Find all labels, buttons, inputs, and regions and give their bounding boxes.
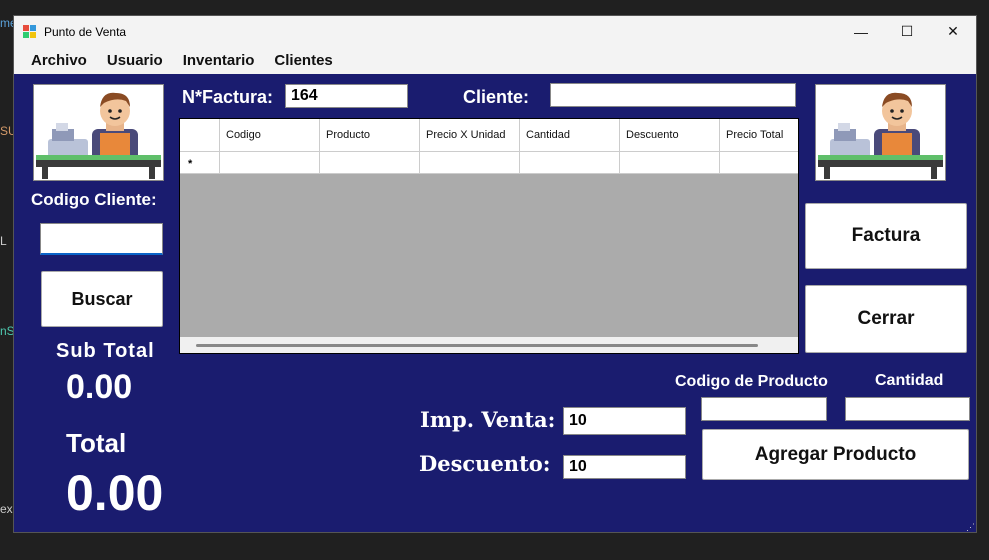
imp-venta-label: Imp. Venta: — [420, 407, 556, 432]
grid-row-header-corner — [180, 119, 220, 152]
resize-grip-icon[interactable]: ⋰ — [966, 523, 976, 532]
cerrar-button[interactable]: Cerrar — [805, 285, 967, 353]
bg-fragment: L — [0, 234, 7, 248]
agregar-producto-button[interactable]: Agregar Producto — [702, 429, 969, 480]
total-value: 0.00 — [66, 465, 164, 521]
grid-col-precio-unidad[interactable]: Precio X Unidad — [420, 119, 520, 152]
codigo-producto-input[interactable] — [701, 397, 827, 421]
products-grid[interactable]: Codigo Producto Precio X Unidad Cantidad… — [179, 118, 799, 354]
grid-col-producto[interactable]: Producto — [320, 119, 420, 152]
descuento-input[interactable]: 10 — [563, 455, 686, 479]
grid-horizontal-scrollbar[interactable] — [180, 337, 798, 353]
menu-clientes[interactable]: Clientes — [264, 52, 342, 69]
total-label: Total — [66, 428, 127, 458]
grid-cell[interactable] — [620, 152, 720, 174]
codigo-cliente-label: Codigo Cliente: — [31, 190, 157, 209]
buscar-button[interactable]: Buscar — [41, 271, 163, 327]
grid-new-row-marker[interactable]: * — [180, 152, 220, 174]
descuento-label: Descuento: — [419, 451, 551, 476]
factura-number-label: N*Factura: — [182, 87, 274, 107]
cantidad-label: Cantidad — [875, 372, 944, 389]
factura-button[interactable]: Factura — [805, 203, 967, 269]
cashier-picture-right — [815, 84, 946, 181]
subtotal-value: 0.00 — [66, 368, 133, 406]
codigo-cliente-input[interactable] — [40, 223, 163, 255]
factura-number-input[interactable]: 164 — [285, 84, 408, 108]
cantidad-input[interactable] — [845, 397, 970, 421]
main-content: Codigo Cliente: Buscar Sub Total 0.00 To… — [14, 74, 976, 532]
menu-bar: Archivo Usuario Inventario Clientes — [14, 47, 976, 74]
cliente-input[interactable] — [550, 83, 796, 107]
grid-col-precio-total[interactable]: Precio Total — [720, 119, 798, 152]
maximize-button[interactable]: ☐ — [884, 16, 930, 47]
pos-window: Punto de Venta — ☐ ✕ Archivo Usuario Inv… — [13, 15, 977, 533]
scrollbar-thumb[interactable] — [196, 344, 758, 347]
grid-cell[interactable] — [720, 152, 798, 174]
window-title: Punto de Venta — [44, 24, 127, 39]
cliente-label: Cliente: — [463, 87, 530, 107]
grid-col-codigo[interactable]: Codigo — [220, 119, 320, 152]
minimize-button[interactable]: — — [838, 16, 884, 47]
grid-col-descuento[interactable]: Descuento — [620, 119, 720, 152]
cashier-icon — [36, 92, 161, 179]
menu-archivo[interactable]: Archivo — [21, 52, 97, 69]
title-bar[interactable]: Punto de Venta — ☐ ✕ — [14, 16, 976, 47]
menu-usuario[interactable]: Usuario — [97, 52, 173, 69]
bg-fragment: ex — [0, 502, 13, 516]
grid-cell[interactable] — [220, 152, 320, 174]
imp-venta-input[interactable]: 10 — [563, 407, 686, 435]
grid-cell[interactable] — [320, 152, 420, 174]
cashier-icon — [818, 92, 943, 179]
grid-cell[interactable] — [520, 152, 620, 174]
menu-inventario[interactable]: Inventario — [173, 52, 265, 69]
close-button[interactable]: ✕ — [930, 16, 976, 47]
grid-cell[interactable] — [420, 152, 520, 174]
subtotal-label: Sub Total — [56, 340, 155, 362]
cashier-picture-left — [33, 84, 164, 181]
codigo-producto-label: Codigo de Producto — [675, 373, 828, 390]
app-icon — [23, 24, 37, 39]
grid-col-cantidad[interactable]: Cantidad — [520, 119, 620, 152]
